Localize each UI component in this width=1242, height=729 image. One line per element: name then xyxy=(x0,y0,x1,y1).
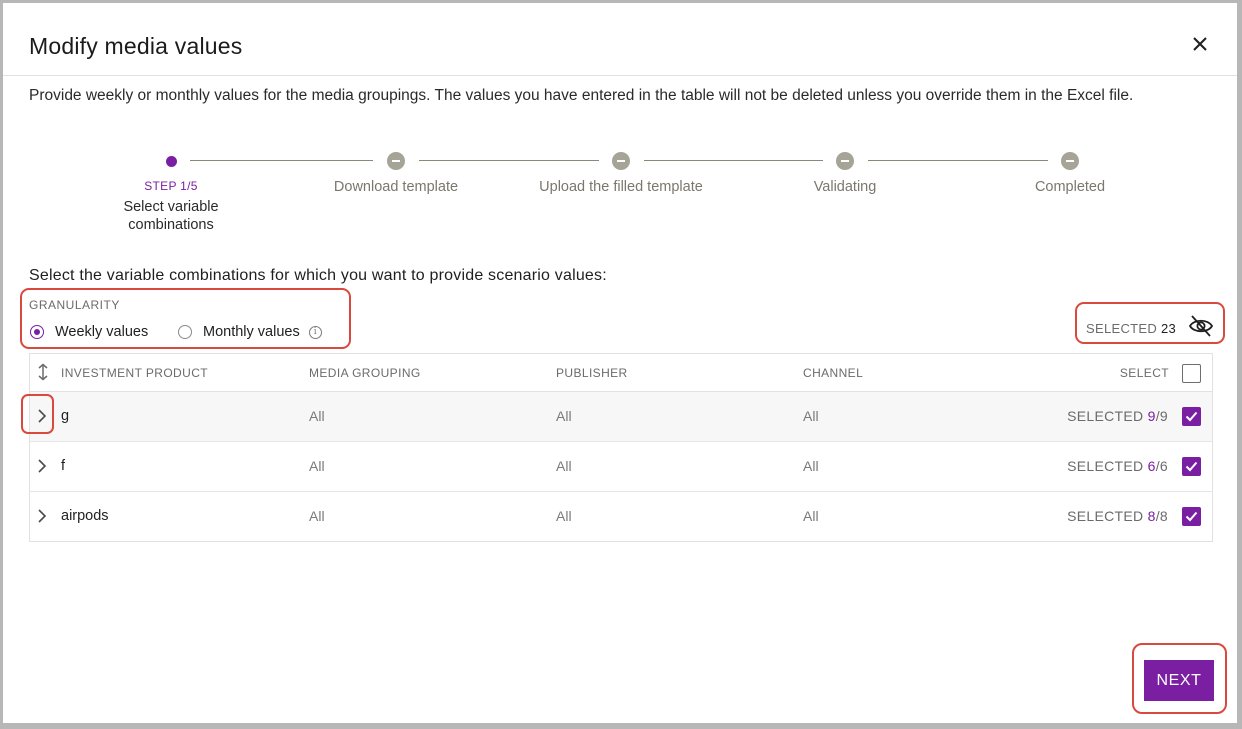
column-header-select: SELECT xyxy=(1119,366,1169,380)
step-connector xyxy=(868,160,1048,161)
row-selection-count: SELECTED 8/8 xyxy=(1067,508,1168,524)
chevron-right-icon xyxy=(38,509,47,523)
info-icon[interactable]: i xyxy=(308,325,322,339)
table-header: INVESTMENT PRODUCT MEDIA GROUPING PUBLIS… xyxy=(30,354,1212,392)
cell-product: airpods xyxy=(61,508,109,524)
step-4-indicator xyxy=(836,152,854,170)
total-number: 6 xyxy=(1159,458,1168,474)
selected-number: 8 xyxy=(1147,508,1156,524)
step-4-label: Validating xyxy=(813,179,877,195)
header-divider xyxy=(3,75,1237,76)
cell-channel: All xyxy=(803,408,819,424)
section-prompt: Select the variable combinations for whi… xyxy=(29,267,607,284)
cell-publisher: All xyxy=(556,508,572,524)
next-button[interactable]: NEXT xyxy=(1144,660,1214,701)
column-header-publisher[interactable]: PUBLISHER xyxy=(556,366,628,380)
step-2-indicator xyxy=(387,152,405,170)
cell-product: f xyxy=(61,458,66,474)
table-row: airpods All All All SELECTED 8/8 xyxy=(30,492,1212,541)
total-number: 9 xyxy=(1159,408,1168,424)
radio-monthly-values[interactable]: Monthly values i xyxy=(178,321,322,343)
radio-unchecked-icon xyxy=(178,325,192,339)
select-all-checkbox[interactable] xyxy=(1182,364,1201,383)
dialog-title: Modify media values xyxy=(29,33,243,59)
check-icon xyxy=(1185,461,1198,472)
check-icon xyxy=(1185,511,1198,522)
dialog-description: Provide weekly or monthly values for the… xyxy=(29,87,1134,104)
row-selection-count: SELECTED 9/9 xyxy=(1067,408,1168,424)
step-counter: STEP 1/5 xyxy=(144,179,198,193)
radio-label: Weekly values xyxy=(55,324,149,340)
close-button[interactable] xyxy=(1189,33,1211,55)
cell-publisher: All xyxy=(556,408,572,424)
row-selection-count: SELECTED 6/6 xyxy=(1067,458,1168,474)
sort-toggle[interactable] xyxy=(37,363,49,381)
table-row: f All All All SELECTED 6/6 xyxy=(30,442,1212,492)
step-1-indicator xyxy=(166,156,177,167)
step-5-indicator xyxy=(1061,152,1079,170)
check-icon xyxy=(1185,411,1198,422)
selected-count: 23 xyxy=(1161,321,1177,336)
column-header-channel[interactable]: CHANNEL xyxy=(803,366,863,380)
selected-label: SELECTED xyxy=(1067,458,1144,474)
radio-label: Monthly values xyxy=(203,324,300,340)
cell-media-grouping: All xyxy=(309,458,325,474)
cell-channel: All xyxy=(803,508,819,524)
radio-weekly-values[interactable]: Weekly values xyxy=(30,321,148,343)
step-1-label: Select variable combinations xyxy=(123,199,219,233)
step-3-indicator xyxy=(612,152,630,170)
step-2-label: Download template xyxy=(333,179,459,195)
selected-number: 6 xyxy=(1147,458,1156,474)
step-5-label: Completed xyxy=(1034,179,1106,195)
step-3-label: Upload the filled template xyxy=(539,179,703,195)
row-select-checkbox[interactable] xyxy=(1182,507,1201,526)
granularity-label: GRANULARITY xyxy=(29,298,120,312)
total-number: 8 xyxy=(1159,508,1168,524)
cell-media-grouping: All xyxy=(309,408,325,424)
step-connector xyxy=(419,160,599,161)
cell-channel: All xyxy=(803,458,819,474)
selected-label: SELECTED xyxy=(1067,508,1144,524)
chevron-right-icon xyxy=(38,459,47,473)
modify-media-values-dialog: Modify media values Provide weekly or mo… xyxy=(3,3,1237,723)
column-header-investment-product[interactable]: INVESTMENT PRODUCT xyxy=(61,366,208,380)
variable-combinations-table: INVESTMENT PRODUCT MEDIA GROUPING PUBLIS… xyxy=(29,353,1213,542)
close-icon xyxy=(1193,37,1207,51)
cell-media-grouping: All xyxy=(309,508,325,524)
selected-label: SELECTED xyxy=(1067,408,1144,424)
cell-publisher: All xyxy=(556,458,572,474)
expand-row-button[interactable] xyxy=(36,458,48,474)
selection-summary: SELECTED 23 xyxy=(1086,321,1176,336)
expand-row-button[interactable] xyxy=(36,508,48,524)
selected-number: 9 xyxy=(1147,408,1156,424)
sort-icon xyxy=(38,363,48,381)
step-connector xyxy=(190,160,373,161)
expand-chevron-highlight xyxy=(21,394,54,434)
toggle-selected-visibility-button[interactable] xyxy=(1187,314,1215,338)
eye-off-icon xyxy=(1188,315,1214,337)
table-row: g All All All SELECTED 9/9 xyxy=(30,392,1212,442)
cell-product: g xyxy=(61,408,70,424)
stepper: STEP 1/5 Select variable combinations Do… xyxy=(3,148,1237,238)
radio-checked-icon xyxy=(30,325,44,339)
row-select-checkbox[interactable] xyxy=(1182,407,1201,426)
row-select-checkbox[interactable] xyxy=(1182,457,1201,476)
step-connector xyxy=(644,160,823,161)
column-header-media-grouping[interactable]: MEDIA GROUPING xyxy=(309,366,421,380)
selected-label: SELECTED xyxy=(1086,321,1158,336)
